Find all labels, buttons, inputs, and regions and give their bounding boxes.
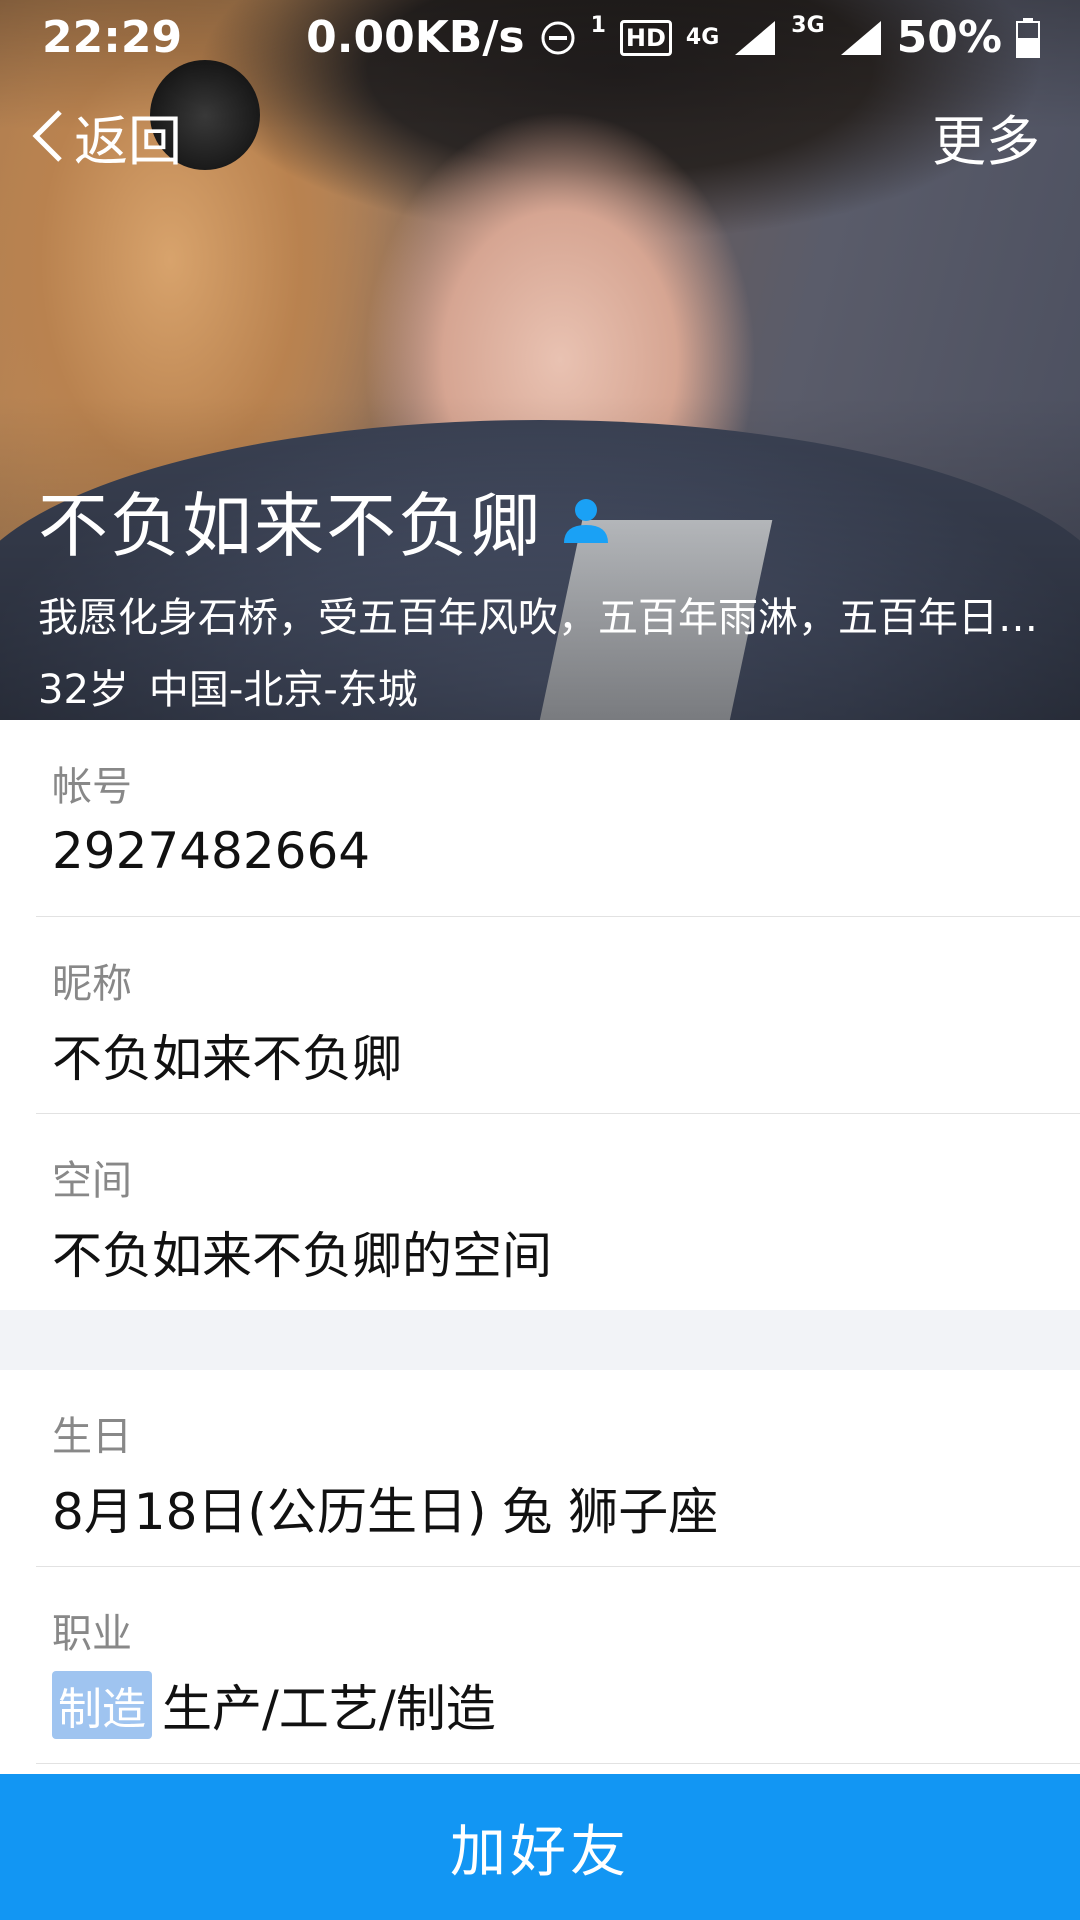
space-label: 空间	[52, 1158, 132, 1204]
job-value: 生产/工艺/制造	[162, 1680, 496, 1738]
birthday-row[interactable]: 生日 8月18日(公历生日) 兔 狮子座	[36, 1370, 1080, 1567]
name-row: 不负如来不负卿	[38, 470, 1078, 571]
status-time: 22:29	[42, 12, 183, 63]
profile-header: 不负如来不负卿 我愿化身石桥，受五百年风吹，五百年雨淋，五百年日晒，只求她从桥上…	[38, 470, 1078, 715]
space-value: 不负如来不负卿的空间	[52, 1227, 552, 1285]
account-label: 帐号	[52, 764, 132, 810]
battery-icon	[1016, 17, 1040, 58]
space-row[interactable]: 空间 不负如来不负卿的空间	[36, 1114, 1080, 1310]
profile-name: 不负如来不负卿	[38, 485, 542, 567]
network-3g-label: 3G	[791, 13, 825, 38]
job-tag: 制造	[52, 1671, 152, 1739]
job-row[interactable]: 职业 制造 生产/工艺/制造	[36, 1567, 1080, 1764]
person-icon	[564, 498, 608, 543]
account-row[interactable]: 帐号 2927482664	[36, 720, 1080, 917]
top-nav: 返回 更多	[0, 96, 1080, 176]
battery-percent: 50%	[896, 12, 1002, 63]
profile-signature: 我愿化身石桥，受五百年风吹，五百年雨淋，五百年日晒，只求她从桥上走过	[38, 595, 1068, 641]
more-button[interactable]: 更多	[932, 96, 1040, 176]
nickname-row[interactable]: 昵称 不负如来不负卿	[36, 917, 1080, 1114]
info-list: 帐号 2927482664 昵称 不负如来不负卿 空间 不负如来不负卿的空间 生…	[0, 720, 1080, 1764]
sim-slot-label: 1	[590, 13, 606, 38]
profile-meta: 32岁 中国-北京-东城	[38, 657, 1078, 715]
hd-icon: HD	[619, 19, 672, 56]
chevron-left-icon	[32, 110, 62, 162]
net-speed: 0.00KB/s	[306, 12, 525, 63]
do-not-disturb-icon	[541, 21, 575, 54]
nickname-label: 昵称	[52, 961, 132, 1007]
back-label: 返回	[74, 109, 182, 173]
profile-age: 32岁	[38, 667, 129, 713]
signal-strength-icon	[735, 20, 776, 55]
back-button[interactable]: 返回	[30, 96, 182, 176]
signal-strength-icon-2	[840, 20, 881, 55]
job-value-wrap: 制造 生产/工艺/制造	[52, 1669, 496, 1741]
nickname-value: 不负如来不负卿	[52, 1030, 402, 1088]
network-4g-label: 4G	[685, 25, 720, 50]
status-icons: 0.00KB/s 1 HD 4G 3G 50%	[306, 12, 1040, 63]
job-label: 职业	[52, 1611, 132, 1657]
add-friend-button[interactable]: 加好友	[0, 1774, 1080, 1920]
section-divider	[0, 1310, 1080, 1370]
birthday-value: 8月18日(公历生日) 兔 狮子座	[52, 1483, 719, 1541]
profile-location: 中国-北京-东城	[148, 667, 418, 713]
status-bar: 22:29 0.00KB/s 1 HD 4G 3G 50%	[0, 0, 1080, 72]
birthday-label: 生日	[52, 1414, 132, 1460]
account-value: 2927482664	[52, 822, 371, 880]
